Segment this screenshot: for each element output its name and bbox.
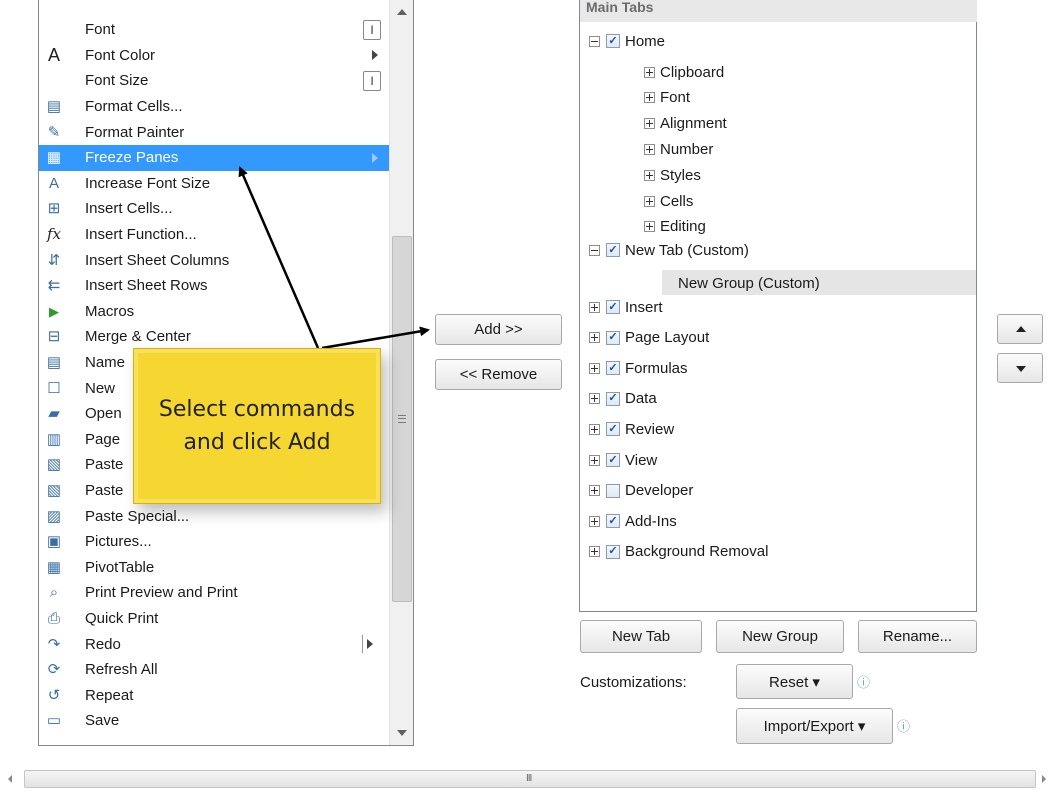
horizontal-scrollbar[interactable]: III [0, 768, 1050, 791]
scrollbar-grip-icon: III [526, 773, 532, 784]
callout-text: Select commands and click Add [158, 397, 356, 455]
scroll-right-arrow-icon[interactable] [1042, 775, 1046, 783]
arrow-to-add-button [321, 326, 430, 350]
instruction-callout: Select commands and click Add [133, 348, 381, 504]
arrow-to-freeze-panes [238, 166, 320, 349]
scroll-left-arrow-icon[interactable] [8, 775, 12, 783]
